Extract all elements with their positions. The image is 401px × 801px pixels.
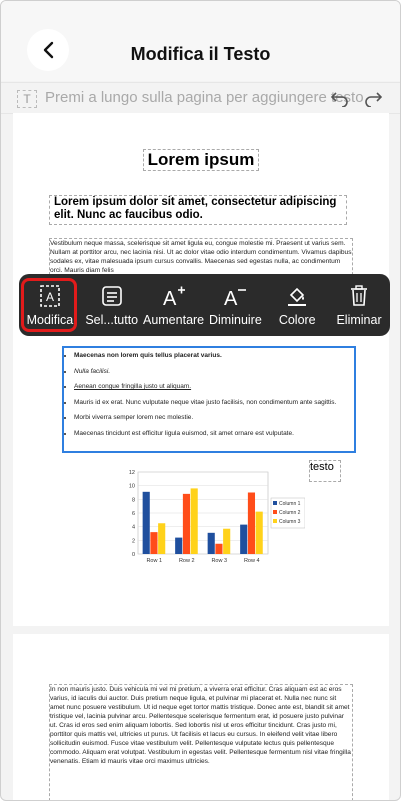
bar-chart-svg: 0 2 4 6 8 10 12 Row 1 Row 2 Row 3 Row 4 Column 1 Col… — [129, 470, 306, 564]
legend-label: Column 3 — [279, 519, 301, 525]
y-tick-label: 0 — [132, 552, 135, 558]
y-tick-label: 10 — [129, 484, 135, 490]
bar — [150, 532, 158, 554]
y-tick-label: 8 — [132, 497, 135, 503]
svg-text:A: A — [163, 288, 177, 307]
doc-paragraph-2[interactable]: In non mauris justo. Duis vehicula mi ve… — [49, 684, 353, 800]
tool-increase[interactable]: A Aumentare — [143, 274, 205, 336]
tool-delete[interactable]: Eliminar — [328, 274, 390, 336]
x-tick-label: Row 2 — [179, 558, 195, 564]
bar — [182, 493, 191, 554]
bar — [175, 537, 183, 554]
doc-subtitle[interactable]: Lorem ipsum dolor sit amet, consectetur … — [49, 195, 347, 225]
app-frame: Modifica il Testo T Premi a lungo sulla … — [0, 0, 401, 801]
selected-list-box[interactable]: Maecenas non lorem quis tellus placerat … — [62, 346, 356, 453]
font-increase-icon: A — [162, 283, 186, 309]
svg-text:A: A — [46, 290, 54, 304]
document-page-1: Lorem ipsum Lorem ipsum dolor sit amet, … — [13, 113, 389, 626]
bar — [190, 488, 198, 554]
x-tick-label: Row 3 — [211, 558, 227, 564]
select-all-icon — [101, 283, 122, 309]
x-tick-label: Row 1 — [146, 558, 162, 564]
tool-label: Eliminar — [336, 313, 382, 327]
legend-swatch — [273, 510, 277, 514]
font-decrease-icon: A — [223, 283, 247, 309]
hint-text: Premi a lungo sulla pagina per aggiunger… — [45, 89, 364, 106]
y-tick-label: 6 — [132, 511, 135, 517]
legend-label: Column 1 — [279, 501, 301, 507]
y-tick-label: 4 — [132, 525, 135, 531]
tool-label: Colore — [278, 313, 316, 327]
tool-modifica[interactable]: A Modifica — [19, 274, 81, 336]
text-box-testo[interactable]: testo — [309, 460, 341, 482]
list-item: Aenean congue fringilla justo ut aliquam… — [74, 383, 354, 391]
document-page-2: In non mauris justo. Duis vehicula mi ve… — [13, 634, 389, 800]
tool-decrease[interactable]: A Diminuire — [204, 274, 266, 336]
bar — [240, 524, 248, 554]
bar — [215, 543, 223, 554]
y-tick-label: 12 — [129, 470, 135, 476]
legend-swatch — [273, 519, 277, 523]
bar — [247, 492, 256, 554]
list-item: Mauris id ex erat. Nunc vulputate neque … — [74, 399, 354, 407]
redo-icon[interactable] — [363, 89, 383, 107]
tool-select-all[interactable]: Sel...tutto — [81, 274, 143, 336]
page-title: Modifica il Testo — [130, 44, 271, 64]
trash-icon — [350, 283, 368, 309]
x-tick-label: Row 4 — [244, 558, 260, 564]
list-item: Maecenas tincidunt est efficitur ligula … — [74, 430, 354, 438]
undo-icon[interactable] — [330, 89, 350, 107]
tool-label: Sel...tutto — [85, 313, 139, 327]
tool-color[interactable]: Colore — [266, 274, 328, 336]
svg-text:A: A — [224, 288, 238, 307]
list-item: Morbi viverra semper lorem nec molestie. — [74, 414, 354, 422]
legend-swatch — [273, 501, 277, 505]
tool-label: Modifica — [26, 313, 74, 327]
list-item: Maecenas non lorem quis tellus placerat … — [74, 352, 354, 360]
header: Modifica il Testo — [1, 1, 400, 81]
bar-chart[interactable]: 0 2 4 6 8 10 12 Row 1 Row 2 Row 3 Row 4 Column 1 Col… — [120, 468, 306, 568]
tool-label: Diminuire — [209, 313, 262, 327]
fill-color-icon — [286, 283, 308, 309]
bar — [255, 511, 263, 554]
edit-toolbar: A Modifica Sel...tutto A Aumentare A Dim… — [19, 274, 390, 336]
legend-label: Column 2 — [279, 510, 301, 516]
bar — [223, 528, 231, 554]
doc-title[interactable]: Lorem ipsum — [143, 149, 259, 171]
edit-text-icon: A — [40, 283, 60, 309]
bar — [158, 523, 166, 554]
bar — [207, 532, 215, 554]
text-insert-icon: T — [17, 90, 37, 108]
y-tick-label: 2 — [132, 538, 135, 544]
hint-bar[interactable]: T Premi a lungo sulla pagina per aggiung… — [1, 82, 400, 114]
tool-label: Aumentare — [142, 313, 205, 327]
bar — [142, 491, 150, 554]
list-item: Nulla facilisi. — [74, 368, 354, 376]
